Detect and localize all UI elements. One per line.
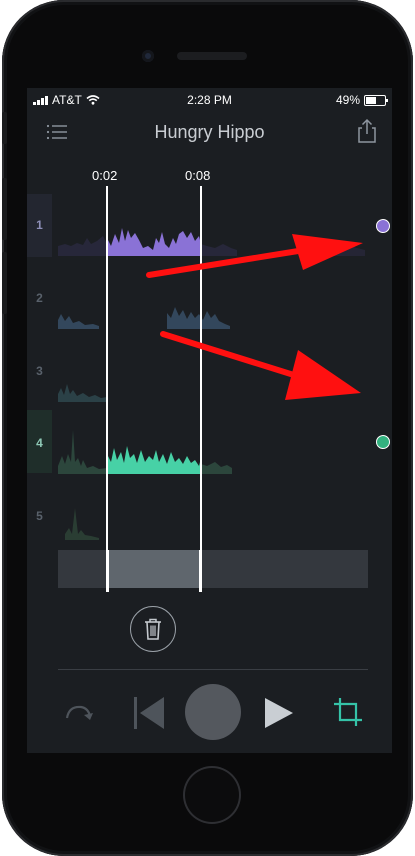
phone-frame: AT&T 2:28 PM 49% Hungry Hippo 1 2 3 4 5 … bbox=[2, 0, 413, 856]
trash-icon bbox=[145, 618, 161, 640]
record-icon[interactable] bbox=[185, 684, 241, 740]
app-screen: AT&T 2:28 PM 49% Hungry Hippo 1 2 3 4 5 … bbox=[27, 88, 392, 753]
crop-icon[interactable] bbox=[332, 696, 364, 728]
earpiece-speaker bbox=[177, 52, 247, 60]
start-cut-line[interactable] bbox=[106, 186, 108, 592]
track-4-waveform[interactable] bbox=[58, 430, 232, 474]
waveform-area bbox=[58, 228, 365, 540]
front-camera bbox=[142, 50, 154, 62]
selection-start-handle[interactable] bbox=[106, 550, 109, 592]
end-cut-line[interactable] bbox=[200, 186, 202, 592]
redo-icon[interactable] bbox=[63, 698, 95, 730]
track-5-waveform[interactable] bbox=[65, 508, 99, 540]
track-2-waveform[interactable] bbox=[58, 307, 230, 329]
home-button[interactable] bbox=[183, 766, 241, 824]
controls-divider bbox=[58, 669, 368, 670]
skip-back-icon[interactable] bbox=[131, 694, 167, 732]
track-1-waveform[interactable] bbox=[58, 228, 365, 256]
selection-end-handle[interactable] bbox=[199, 550, 202, 592]
track-3-waveform[interactable] bbox=[58, 384, 107, 402]
mute-switch bbox=[2, 112, 7, 144]
timeline-scrubber[interactable] bbox=[58, 550, 368, 588]
volume-up-button bbox=[2, 178, 7, 240]
play-icon[interactable] bbox=[263, 696, 295, 730]
end-time-label: 0:08 bbox=[185, 168, 211, 183]
timeline-selection[interactable] bbox=[107, 550, 201, 588]
volume-down-button bbox=[2, 252, 7, 314]
delete-button[interactable] bbox=[130, 606, 176, 652]
start-time-label: 0:02 bbox=[92, 168, 118, 183]
track-1-color-dot[interactable] bbox=[376, 219, 390, 233]
track-4-color-dot[interactable] bbox=[376, 435, 390, 449]
